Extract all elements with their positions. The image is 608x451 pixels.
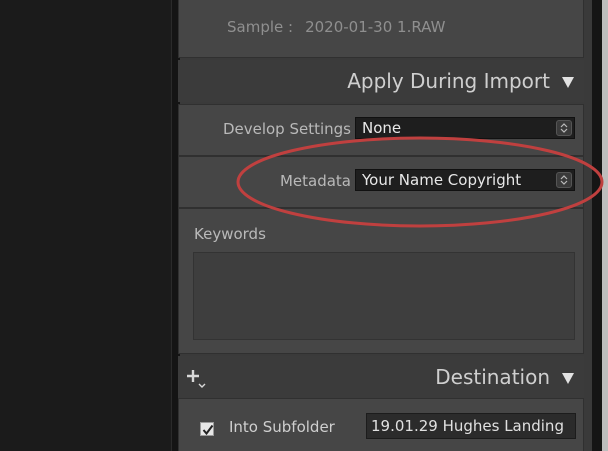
sample-row: Sample : 2020-01-30 1.RAW <box>178 0 584 58</box>
metadata-value: Your Name Copyright <box>362 171 522 189</box>
window-edge <box>602 0 608 451</box>
triangle-down-icon[interactable] <box>562 77 574 88</box>
subfolder-name-value: 19.01.29 Hughes Landing <box>371 417 564 435</box>
keywords-textarea[interactable] <box>193 252 575 340</box>
plus-icon[interactable] <box>186 367 208 389</box>
section-title-apply: Apply During Import <box>347 69 550 93</box>
into-subfolder-label: Into Subfolder <box>229 418 335 436</box>
sample-text: Sample : 2020-01-30 1.RAW <box>227 18 445 36</box>
into-subfolder-checkbox[interactable] <box>200 422 214 436</box>
sample-value: 2020-01-30 1.RAW <box>305 18 446 36</box>
destination-header[interactable]: Destination <box>178 356 584 398</box>
scrollbar-track[interactable] <box>592 0 602 451</box>
checkmark-icon <box>202 424 214 436</box>
triangle-down-icon[interactable] <box>562 373 574 384</box>
subfolder-name-input[interactable]: 19.01.29 Hughes Landing <box>366 413 576 439</box>
keywords-row: Keywords <box>178 208 584 354</box>
metadata-label: Metadata <box>279 172 351 190</box>
keywords-label: Keywords <box>194 225 266 243</box>
metadata-select[interactable]: Your Name Copyright <box>355 169 575 191</box>
apply-during-import-header[interactable]: Apply During Import <box>178 60 584 102</box>
metadata-row: Metadata Your Name Copyright <box>178 156 584 208</box>
updown-arrows-icon[interactable] <box>556 172 572 188</box>
updown-arrows-icon[interactable] <box>556 120 572 136</box>
section-title-destination: Destination <box>435 365 550 389</box>
import-dialog: Sample : 2020-01-30 1.RAW Apply During Im… <box>0 0 608 451</box>
develop-settings-value: None <box>362 119 402 137</box>
develop-settings-label: Develop Settings <box>222 120 351 138</box>
sample-label: Sample : <box>227 18 294 36</box>
into-subfolder-row: Into Subfolder 19.01.29 Hughes Landing <box>178 398 584 451</box>
develop-settings-select[interactable]: None <box>355 117 575 139</box>
develop-settings-row: Develop Settings None <box>178 104 584 156</box>
left-area <box>0 0 171 451</box>
